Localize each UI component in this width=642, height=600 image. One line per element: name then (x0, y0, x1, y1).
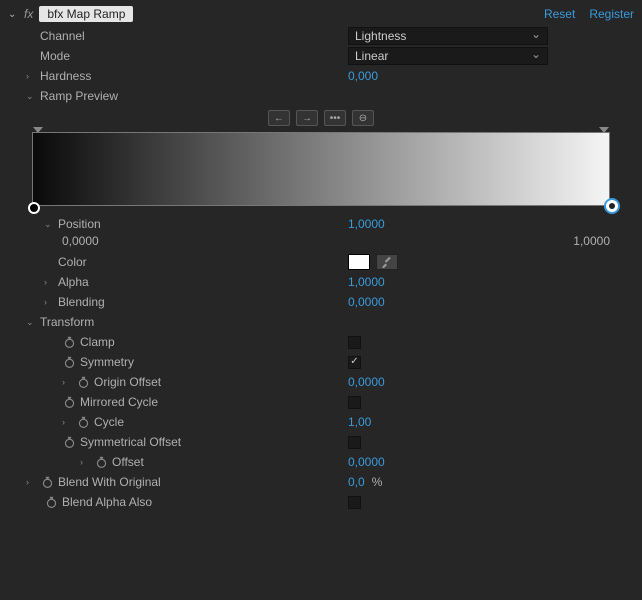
ramp-next-icon[interactable]: → (296, 110, 318, 126)
stopwatch-icon[interactable] (62, 355, 76, 369)
blend-alpha-row: Blend Alpha Also (8, 492, 634, 512)
ramp-tools: ← → ••• ⊖ (8, 106, 634, 132)
clamp-row: Clamp (8, 332, 634, 352)
gradient-preview (8, 132, 634, 214)
alpha-row: › Alpha 1,0000 (8, 272, 634, 292)
channel-dropdown[interactable]: Lightness (348, 27, 548, 45)
symmetry-checkbox[interactable] (348, 356, 361, 369)
transform-twirl[interactable]: ⌄ (26, 317, 36, 328)
blend-original-twirl[interactable]: › (26, 477, 36, 487)
alpha-value[interactable]: 1,0000 (348, 275, 385, 289)
mode-row: Mode Linear (8, 46, 634, 66)
transform-row: ⌄ Transform (8, 312, 634, 332)
blend-alpha-label: Blend Alpha Also (62, 495, 152, 509)
blending-value[interactable]: 0,0000 (348, 295, 385, 309)
channel-row: Channel Lightness (8, 26, 634, 46)
clamp-checkbox[interactable] (348, 336, 361, 349)
eyedropper-icon[interactable] (376, 254, 398, 270)
ramp-delete-icon[interactable]: ⊖ (352, 110, 374, 126)
ramp-prev-icon[interactable]: ← (268, 110, 290, 126)
position-twirl[interactable]: ⌄ (44, 219, 54, 230)
stopwatch-icon[interactable] (94, 455, 108, 469)
percent-suffix: % (372, 475, 383, 489)
stopwatch-icon[interactable] (62, 335, 76, 349)
stopwatch-icon[interactable] (62, 395, 76, 409)
blend-original-row: › Blend With Original 0,0% (8, 472, 634, 492)
position-label: Position (58, 217, 101, 231)
offset-value[interactable]: 0,0000 (348, 455, 385, 469)
effect-twirl[interactable]: ⌄ (8, 9, 18, 20)
stopwatch-icon[interactable] (76, 415, 90, 429)
mirrored-cycle-checkbox[interactable] (348, 396, 361, 409)
position-min: 0,0000 (62, 234, 99, 248)
channel-label: Channel (40, 29, 85, 43)
ramp-preview-label: Ramp Preview (40, 89, 118, 103)
origin-offset-row: › Origin Offset 0,0000 (8, 372, 634, 392)
cycle-row: › Cycle 1,00 (8, 412, 634, 432)
ramp-preview-twirl[interactable]: ⌄ (26, 91, 36, 102)
symmetrical-offset-label: Symmetrical Offset (80, 435, 181, 449)
color-label: Color (58, 255, 87, 269)
color-swatch[interactable] (348, 254, 370, 270)
blending-label: Blending (58, 295, 105, 309)
gradient-bar[interactable] (32, 132, 610, 206)
symmetrical-offset-checkbox[interactable] (348, 436, 361, 449)
stopwatch-icon[interactable] (76, 375, 90, 389)
hardness-twirl[interactable]: › (26, 71, 36, 81)
symmetry-row: Symmetry (8, 352, 634, 372)
alpha-label: Alpha (58, 275, 89, 289)
hardness-row: › Hardness 0,000 (8, 66, 634, 86)
mode-label: Mode (40, 49, 70, 63)
effect-header: ⌄ fx bfx Map Ramp Reset Register (8, 4, 634, 26)
gradient-handle-start[interactable] (28, 202, 40, 214)
blending-twirl[interactable]: › (44, 297, 54, 307)
gradient-handle-end[interactable] (604, 198, 620, 214)
position-max: 1,0000 (573, 234, 610, 248)
effect-panel: ⌄ fx bfx Map Ramp Reset Register Channel… (0, 0, 642, 516)
stopwatch-icon[interactable] (62, 435, 76, 449)
mode-dropdown[interactable]: Linear (348, 47, 548, 65)
offset-twirl[interactable]: › (80, 457, 90, 467)
symmetry-label: Symmetry (80, 355, 134, 369)
register-link[interactable]: Register (589, 7, 634, 21)
origin-offset-value[interactable]: 0,0000 (348, 375, 385, 389)
stopwatch-icon[interactable] (40, 475, 54, 489)
position-row: ⌄ Position 1,0000 (8, 214, 634, 234)
hardness-label: Hardness (40, 69, 91, 83)
position-range: 0,0000 1,0000 (8, 234, 634, 252)
stopwatch-icon[interactable] (44, 495, 58, 509)
blend-original-value[interactable]: 0,0 (348, 475, 365, 489)
origin-offset-twirl[interactable]: › (62, 377, 72, 387)
alpha-twirl[interactable]: › (44, 277, 54, 287)
offset-row: › Offset 0,0000 (8, 452, 634, 472)
mirrored-cycle-label: Mirrored Cycle (80, 395, 158, 409)
effect-name-badge[interactable]: bfx Map Ramp (39, 6, 133, 22)
cycle-value[interactable]: 1,00 (348, 415, 371, 429)
blend-original-label: Blend With Original (58, 475, 161, 489)
position-value[interactable]: 1,0000 (348, 217, 385, 231)
hardness-value[interactable]: 0,000 (348, 69, 378, 83)
fx-icon[interactable]: fx (24, 7, 33, 21)
clamp-label: Clamp (80, 335, 115, 349)
cycle-twirl[interactable]: › (62, 417, 72, 427)
transform-label: Transform (40, 315, 94, 329)
origin-offset-label: Origin Offset (94, 375, 161, 389)
blending-row: › Blending 0,0000 (8, 292, 634, 312)
reset-link[interactable]: Reset (544, 7, 575, 21)
ramp-preview-row: ⌄ Ramp Preview (8, 86, 634, 106)
blend-alpha-checkbox[interactable] (348, 496, 361, 509)
symmetrical-offset-row: Symmetrical Offset (8, 432, 634, 452)
color-row: Color (8, 252, 634, 272)
cycle-label: Cycle (94, 415, 124, 429)
offset-label: Offset (112, 455, 144, 469)
ramp-more-icon[interactable]: ••• (324, 110, 346, 126)
mirrored-cycle-row: Mirrored Cycle (8, 392, 634, 412)
